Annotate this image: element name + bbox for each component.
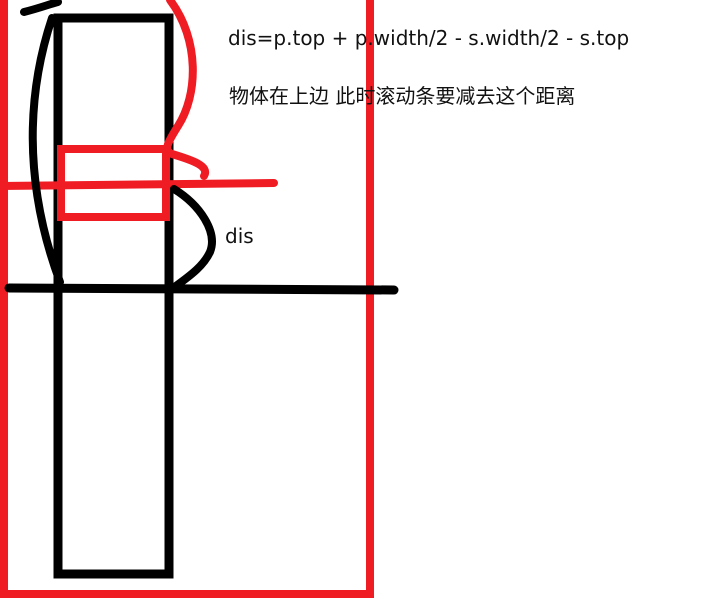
black-content-rect — [53, 13, 174, 579]
dis-label: dis — [225, 224, 254, 248]
black-horizontal-line — [4, 283, 399, 295]
black-brace-dis — [170, 185, 216, 290]
red-horizontal-line — [0, 179, 278, 190]
note-text: 物体在上边 此时滚动条要减去这个距离 — [229, 84, 576, 108]
formula-text: dis=p.top + p.width/2 - s.width/2 - s.to… — [228, 26, 630, 50]
